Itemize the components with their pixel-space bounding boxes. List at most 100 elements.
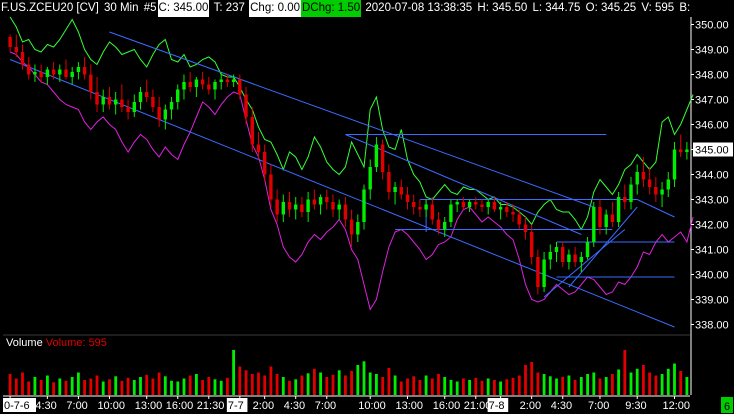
candle (294, 197, 298, 220)
indicator-bands (9, 16, 694, 311)
candle-body (20, 52, 25, 65)
candle (82, 57, 87, 80)
price-chart[interactable]: 350.00 349.00 348.00 347.00 346.00 345.00 344.… (0, 0, 734, 414)
candle (430, 197, 434, 225)
candle-body (294, 204, 298, 210)
volume-bar (294, 379, 298, 395)
candle (660, 182, 664, 207)
candle (393, 182, 397, 205)
candle-body (623, 197, 627, 202)
volume-bar (399, 381, 403, 395)
trend-lines[interactable] (9, 31, 675, 328)
trend-line (637, 199, 675, 218)
volume-title: Volume (6, 337, 43, 349)
candle-body (467, 202, 472, 207)
volume-bar (486, 378, 490, 395)
volume-bar (325, 377, 329, 395)
candle-body (207, 84, 211, 90)
candle-body (592, 207, 596, 242)
candle (474, 197, 478, 210)
candle-body (194, 79, 199, 87)
volume-bar (455, 381, 459, 395)
candle-body (89, 74, 93, 92)
candle (362, 184, 366, 230)
time-tick-label: 4:30 (35, 400, 56, 412)
candle (89, 64, 93, 100)
candle-body (604, 214, 608, 227)
volume-bar (232, 350, 235, 395)
volume-bar (83, 380, 86, 395)
time-axis[interactable]: 0-7-6 4:30 7:00 10:00 13:00 16:00 21:30 7-7 2:00… (3, 396, 733, 413)
candle-body (598, 207, 602, 227)
volume-bar (579, 377, 583, 395)
candle-body (486, 202, 490, 207)
volume-bar (617, 369, 620, 395)
candle (182, 74, 186, 100)
candle-body (325, 197, 329, 202)
time-tick-label: 9:30 (625, 400, 646, 412)
chart-window[interactable]: F.US.ZCEU20 [CV] 30 Min #5 C: 345.00 T: 2… (0, 0, 734, 414)
volume-bar (288, 380, 291, 396)
candle-body (548, 252, 552, 260)
candle-body (461, 202, 466, 207)
candle-body (27, 64, 31, 75)
volume-bar (530, 362, 534, 395)
volume-current: Volume: 595 (45, 337, 107, 349)
candle (101, 89, 105, 112)
candle (194, 77, 199, 97)
candle (281, 194, 285, 222)
price-axis[interactable]: 350.00 349.00 348.00 347.00 346.00 345.00 344.… (691, 20, 733, 332)
volume-bar (201, 380, 204, 395)
volume-bar (443, 377, 447, 395)
volume-bar (505, 379, 509, 395)
candle (306, 192, 310, 222)
candle-body (660, 189, 664, 195)
candle (343, 197, 348, 227)
candle (679, 134, 683, 157)
candle-body (511, 212, 515, 215)
candle-body (70, 72, 74, 77)
candle (412, 194, 416, 215)
candle (647, 167, 652, 195)
candle (300, 197, 304, 217)
candle (573, 247, 577, 267)
volume-bar (77, 372, 80, 395)
candle-body (225, 79, 230, 82)
candle-body (39, 72, 43, 77)
candle (33, 64, 37, 82)
candle-body (343, 204, 348, 220)
candle (623, 184, 627, 210)
volume-bar (33, 377, 37, 395)
candle-body (362, 189, 366, 222)
candle-body (107, 97, 112, 105)
volume-bar (275, 374, 279, 395)
candle-body (585, 242, 590, 257)
volume-bar (393, 375, 397, 395)
candle (244, 87, 248, 125)
candle-body (536, 257, 540, 287)
candle (399, 179, 403, 200)
candle-body (610, 214, 615, 222)
time-tick-label: 10:00 (97, 400, 125, 412)
volume-bar (660, 374, 664, 395)
volume-bar (195, 374, 198, 395)
price-tick-label: 346.00 (695, 120, 729, 132)
candle-body (213, 82, 217, 90)
time-tick-label: 21:00 (464, 400, 492, 412)
volume-bar (555, 378, 558, 395)
candle-body (573, 254, 577, 262)
candle (169, 97, 174, 120)
candle-body (126, 107, 130, 112)
volume-bar (623, 350, 627, 395)
volume-bar (46, 375, 49, 395)
candle (523, 217, 528, 240)
volume-bar (344, 375, 347, 395)
volume-bar (39, 380, 43, 395)
volume-bar (350, 371, 353, 395)
volume-bar (561, 377, 565, 395)
candle-body (374, 144, 379, 167)
candle (337, 199, 341, 220)
volume-bar (163, 376, 167, 396)
candle-body (424, 204, 428, 210)
candle-body (455, 202, 459, 205)
